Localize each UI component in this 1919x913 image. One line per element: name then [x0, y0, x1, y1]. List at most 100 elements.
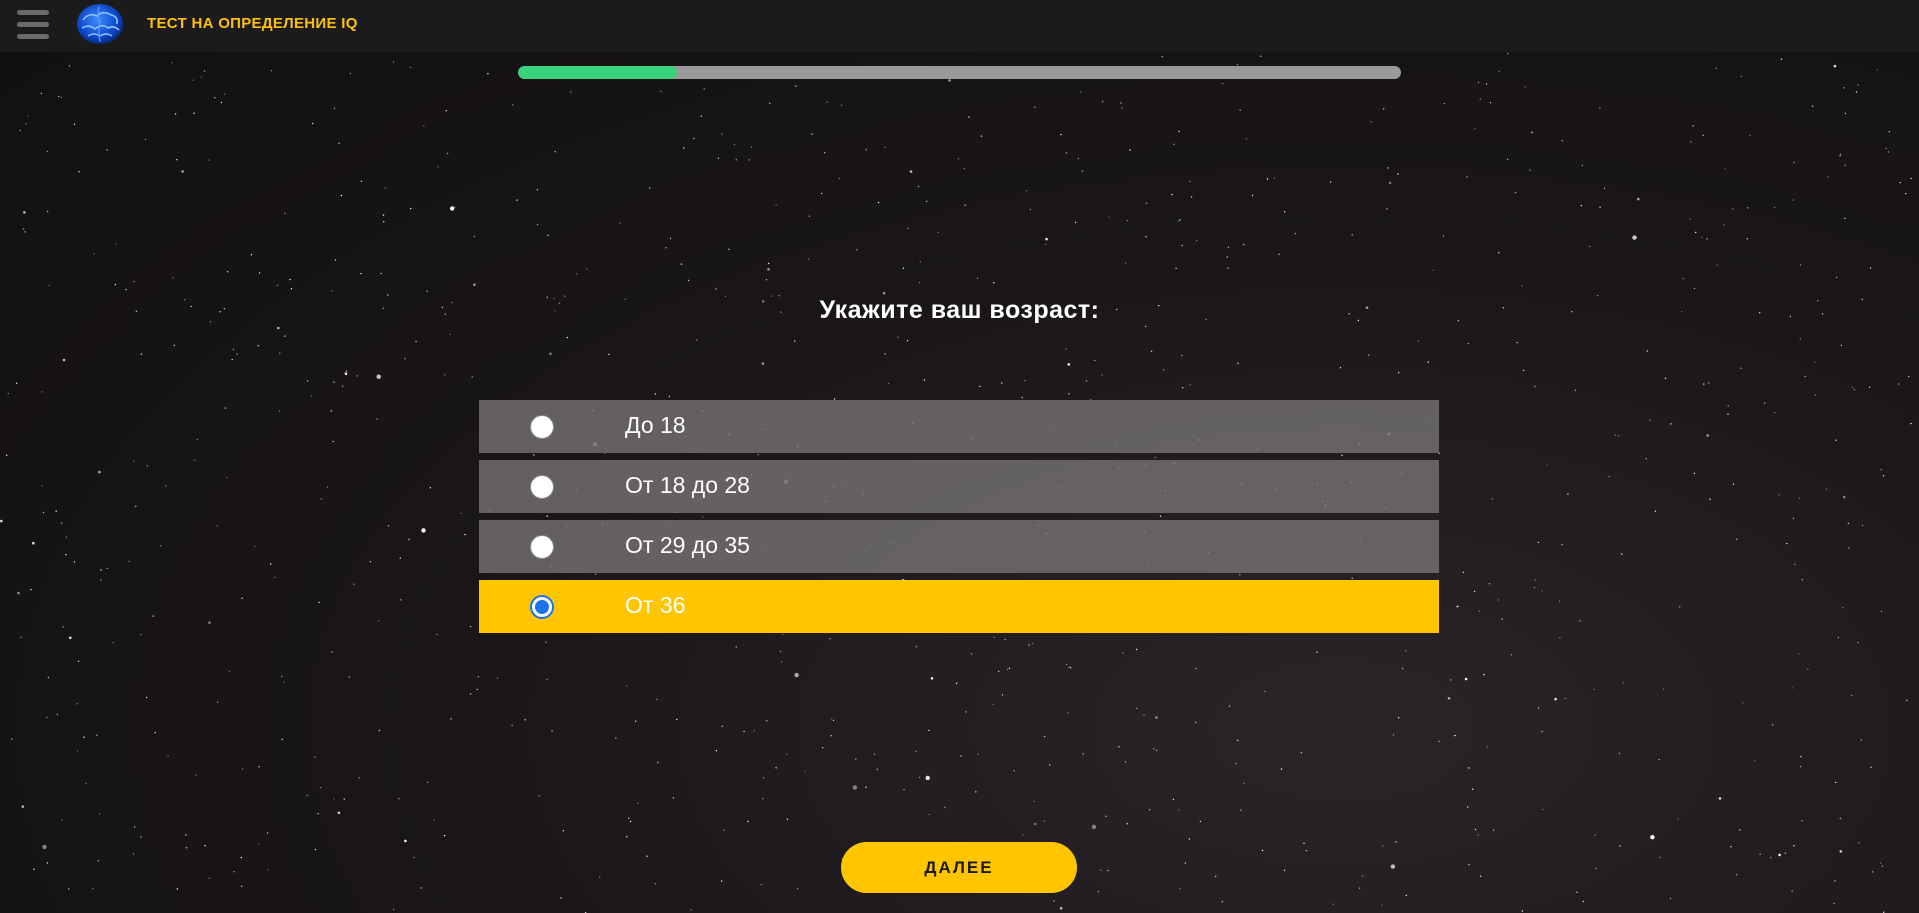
star — [1101, 374, 1103, 376]
star — [1599, 206, 1601, 208]
hamburger-menu-icon[interactable] — [17, 10, 49, 40]
answer-option-under-18[interactable]: До 18 — [479, 400, 1439, 453]
star — [73, 123, 76, 126]
star — [1524, 86, 1526, 88]
star — [1880, 610, 1883, 612]
star — [993, 282, 995, 284]
star — [1693, 472, 1696, 475]
star — [331, 290, 333, 292]
radio-button[interactable] — [530, 415, 554, 439]
star — [454, 206, 456, 208]
star — [1145, 236, 1147, 238]
star — [1619, 845, 1621, 847]
star — [1749, 134, 1751, 137]
star — [330, 410, 332, 412]
star — [6, 454, 8, 456]
star — [208, 877, 210, 879]
star — [320, 498, 322, 500]
star — [1118, 746, 1120, 748]
star — [353, 583, 355, 585]
star — [1456, 606, 1458, 608]
star — [100, 569, 102, 571]
star — [340, 194, 343, 197]
star — [1632, 235, 1637, 240]
star — [1467, 342, 1470, 345]
star — [903, 788, 905, 791]
star — [233, 871, 235, 873]
radio-button[interactable] — [530, 535, 554, 559]
star — [1392, 734, 1395, 736]
star — [1480, 875, 1482, 877]
answer-option-18-28[interactable]: От 18 до 28 — [479, 460, 1439, 513]
star — [1899, 181, 1901, 184]
star — [1226, 256, 1228, 258]
star — [1189, 384, 1192, 386]
star — [696, 339, 698, 341]
star — [1827, 176, 1829, 178]
star — [258, 766, 260, 768]
star — [1537, 707, 1540, 709]
star — [133, 280, 135, 283]
star — [1794, 563, 1796, 565]
star — [1405, 894, 1408, 897]
star — [1839, 155, 1841, 157]
star — [855, 758, 857, 760]
star — [1161, 56, 1164, 58]
star — [258, 272, 261, 274]
star — [132, 853, 135, 855]
star — [25, 123, 27, 125]
star — [1091, 824, 1097, 830]
star — [1682, 277, 1685, 280]
star — [1853, 389, 1855, 391]
star — [40, 92, 43, 95]
star — [693, 137, 695, 140]
star — [42, 511, 45, 514]
star — [1013, 770, 1015, 772]
star — [1842, 495, 1846, 499]
star — [241, 768, 244, 770]
radio-button[interactable] — [530, 475, 554, 499]
answer-option-29-35[interactable]: От 29 до 35 — [479, 520, 1439, 573]
star — [1065, 152, 1068, 154]
brain-logo-icon[interactable] — [75, 2, 125, 46]
star — [413, 856, 415, 859]
star — [1172, 798, 1175, 801]
star — [165, 485, 167, 487]
radio-button[interactable] — [530, 595, 554, 619]
site-title[interactable]: ТЕСТ НА ОПРЕДЕЛЕНИЕ IQ — [147, 15, 358, 32]
star — [1881, 865, 1884, 867]
star — [1080, 91, 1082, 93]
star — [1837, 636, 1840, 639]
star — [1136, 707, 1138, 710]
star — [1454, 734, 1456, 737]
answer-option-36-plus[interactable]: От 36 — [479, 580, 1439, 633]
star — [1727, 405, 1729, 407]
star — [1882, 475, 1885, 477]
star — [1124, 761, 1127, 763]
star — [1155, 716, 1158, 719]
star — [69, 636, 72, 640]
star — [998, 670, 1000, 672]
star — [665, 247, 667, 249]
star — [955, 682, 958, 684]
star — [1068, 666, 1070, 668]
star — [1839, 817, 1842, 820]
star — [1251, 194, 1254, 197]
star — [524, 719, 526, 721]
star — [62, 626, 64, 628]
star — [1155, 749, 1158, 751]
star — [769, 102, 771, 105]
star — [1177, 220, 1180, 222]
star — [1860, 739, 1863, 741]
star — [1489, 102, 1492, 104]
star — [1621, 553, 1623, 555]
star — [257, 345, 259, 347]
star — [232, 348, 235, 351]
next-button[interactable]: ДАЛЕЕ — [841, 842, 1077, 893]
star — [173, 344, 175, 347]
star — [443, 834, 446, 837]
star — [968, 116, 970, 118]
progress-bar-fill — [518, 66, 677, 79]
star — [1595, 867, 1597, 870]
star — [1022, 834, 1024, 836]
